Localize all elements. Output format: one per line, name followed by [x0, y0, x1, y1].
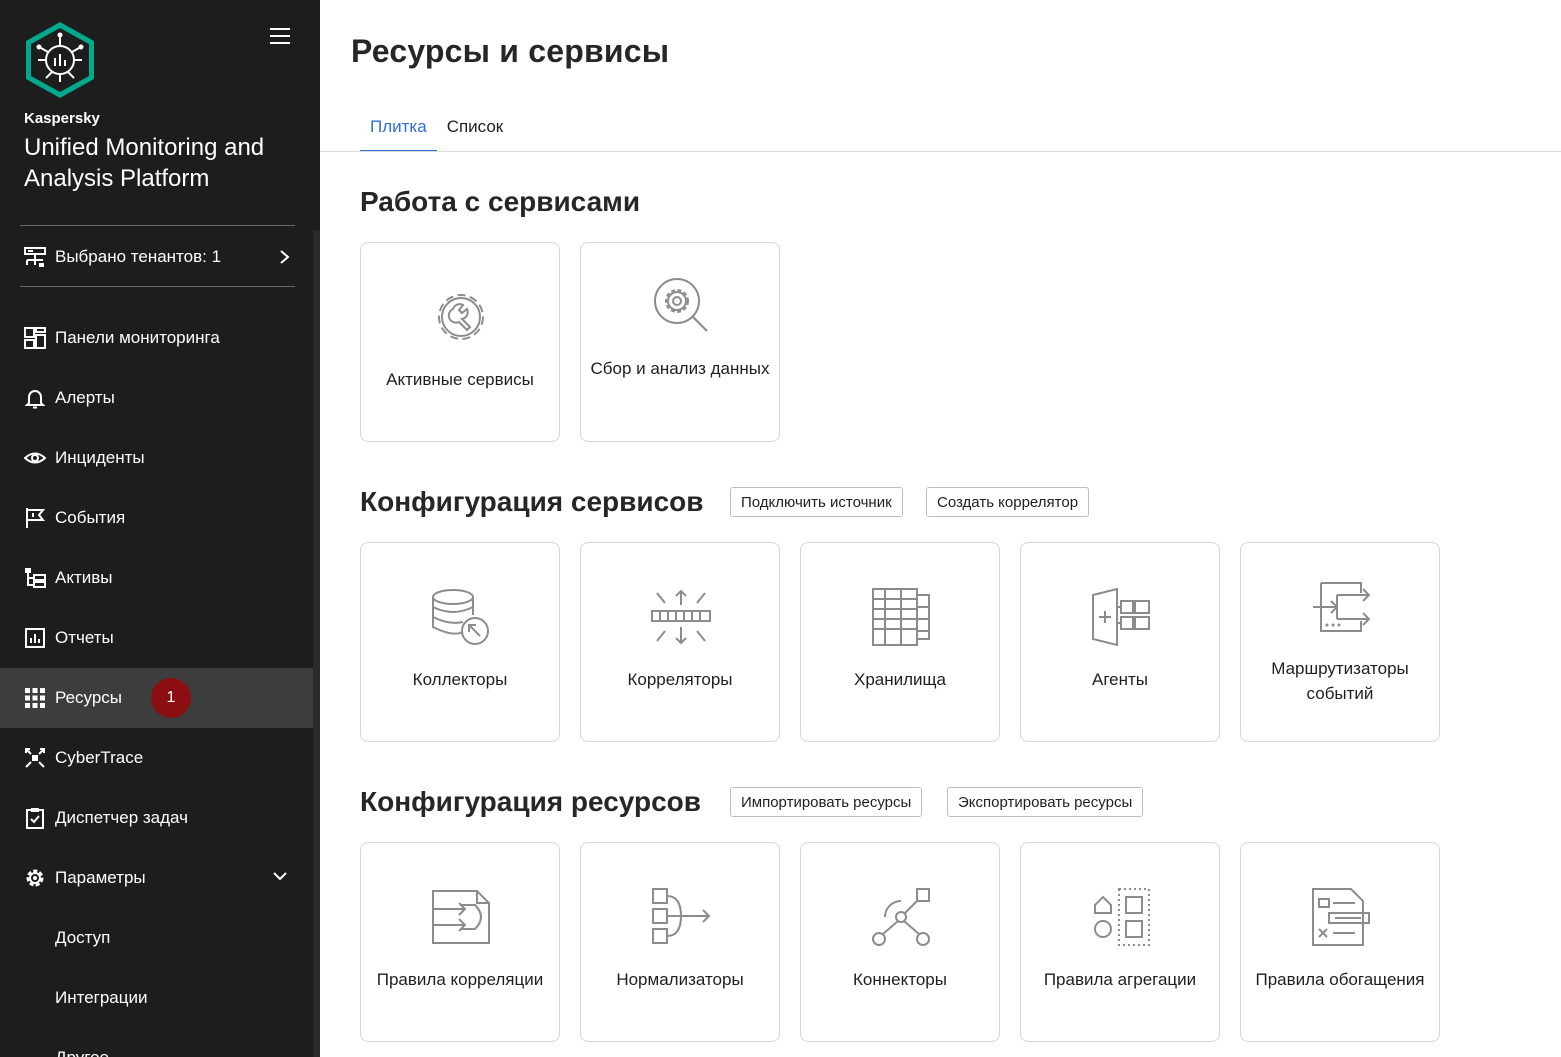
- connect-source-button[interactable]: Подключить источник: [730, 487, 903, 517]
- flag-icon: [24, 507, 46, 529]
- tile-label: Активные сервисы: [386, 370, 534, 389]
- bell-icon: [24, 387, 46, 409]
- view-tabs: Плитка Список: [360, 107, 513, 152]
- cybertrace-icon: [24, 747, 46, 769]
- database-icon: [432, 589, 489, 645]
- tab-list[interactable]: Список: [437, 107, 514, 152]
- aggregation-rules-icon: [1094, 888, 1150, 946]
- chevron-right-icon: [280, 250, 290, 264]
- nav-item-label: Параметры: [55, 868, 146, 887]
- tenant-selector[interactable]: Выбрано тенантов: 1: [0, 237, 320, 277]
- tile-label: Коннекторы: [853, 970, 947, 989]
- sidebar: Kaspersky Unified Monitoring and Analysi…: [0, 0, 320, 1057]
- tile-normalizers[interactable]: Нормализаторы: [580, 842, 780, 1042]
- nav-item-label: Алерты: [55, 388, 115, 407]
- sidebar-scrollbar[interactable]: [313, 230, 320, 1057]
- create-correlator-button[interactable]: Создать коррелятор: [926, 487, 1090, 517]
- tile-aggregation-rules[interactable]: Правила агрегации: [1020, 842, 1220, 1042]
- tenants-icon: [24, 246, 46, 268]
- nav-item-alerts[interactable]: Алерты: [0, 368, 320, 428]
- gear-icon: [24, 867, 46, 889]
- tile-label: Правила агрегации: [1043, 970, 1197, 989]
- tile-label: Нормализаторы: [616, 970, 744, 989]
- nav-item-label: Ресурсы: [55, 688, 123, 707]
- connector-icon: [872, 888, 930, 946]
- nav-item-cybertrace[interactable]: CyberTrace: [0, 728, 320, 788]
- nav-item-label: Отчеты: [55, 628, 114, 647]
- nav-item-label: События: [55, 508, 126, 527]
- tile-event-routers[interactable]: Маршрутизаторы событий: [1240, 542, 1440, 742]
- nav-item-label: Диспетчер задач: [55, 808, 188, 827]
- nav-item-dashboards[interactable]: Панели мониторинга: [0, 308, 320, 368]
- tile-label: Правила корреляции: [376, 970, 544, 989]
- brand-vendor: Kaspersky: [24, 110, 100, 127]
- nav-item-task-manager[interactable]: Диспетчер задач: [0, 788, 320, 848]
- tenants-label: Выбрано тенантов: 1: [55, 247, 222, 266]
- nav-item-access[interactable]: Доступ: [0, 908, 320, 968]
- tile-correlators[interactable]: Корреляторы: [580, 542, 780, 742]
- nav-item-label: Доступ: [55, 928, 111, 947]
- import-resources-button[interactable]: Импортировать ресурсы: [730, 787, 923, 817]
- correlation-rules-icon: [432, 890, 490, 944]
- sidebar-divider: [20, 286, 295, 287]
- tree-icon: [24, 567, 46, 589]
- nav-item-label: Панели мониторинга: [55, 328, 220, 347]
- tile-correlation-rules[interactable]: Правила корреляции: [360, 842, 560, 1042]
- tile-storages[interactable]: Хранилища: [800, 542, 1000, 742]
- nav-item-reports[interactable]: Отчеты: [0, 608, 320, 668]
- main-content: Ресурсы и сервисы Плитка Список Работа с…: [320, 0, 1561, 1057]
- tile-label: Правила обогащения: [1255, 970, 1425, 989]
- kaspersky-logo: [26, 22, 94, 98]
- tile-data-collection-analysis[interactable]: Сбор и анализ данных: [580, 242, 780, 442]
- enrichment-rules-icon: [1312, 888, 1370, 946]
- export-resources-button[interactable]: Экспортировать ресурсы: [947, 787, 1144, 817]
- normalizer-icon: [652, 888, 711, 944]
- nav-item-settings[interactable]: Параметры: [0, 848, 320, 908]
- agent-icon: [1092, 587, 1150, 647]
- page-title: Ресурсы и сервисы: [351, 33, 670, 69]
- router-icon: [1313, 582, 1371, 632]
- nav-item-integrations[interactable]: Интеграции: [0, 968, 320, 1028]
- section-title-resource-config: Конфигурация ресурсов: [360, 786, 701, 817]
- tile-connectors[interactable]: Коннекторы: [800, 842, 1000, 1042]
- tile-label: Агенты: [1091, 670, 1148, 689]
- tab-tiles[interactable]: Плитка: [360, 107, 437, 152]
- menu-toggle-button[interactable]: [270, 28, 290, 48]
- correlator-icon: [651, 589, 711, 645]
- nav-item-label: CyberTrace: [55, 748, 144, 767]
- section-title-services: Работа с сервисами: [360, 186, 641, 217]
- nav-item-other[interactable]: Другое: [0, 1028, 320, 1057]
- nav-item-assets[interactable]: Активы: [0, 548, 320, 608]
- wrench-gear-icon: [438, 294, 484, 340]
- chevron-down-icon: [273, 872, 287, 881]
- nav-item-label: Другое: [55, 1048, 109, 1057]
- nav-item-incidents[interactable]: Инциденты: [0, 428, 320, 488]
- storage-icon: [872, 588, 930, 646]
- tile-label: Сбор и анализ данных: [590, 359, 770, 378]
- report-icon: [24, 627, 46, 649]
- nav-item-label: Интеграции: [55, 988, 148, 1007]
- tile-enrichment-rules[interactable]: Правила обогащения: [1240, 842, 1440, 1042]
- tile-label: Коллекторы: [412, 670, 508, 689]
- brand-product-name: Unified Monitoring and Analysis Platform: [24, 134, 265, 192]
- nav-item-events[interactable]: События: [0, 488, 320, 548]
- tile-collectors[interactable]: Коллекторы: [360, 542, 560, 742]
- clipboard-icon: [24, 807, 46, 829]
- magnifier-gear-icon: [654, 278, 708, 332]
- callout-badge-1: 1: [151, 678, 191, 718]
- nav-item-label: Инциденты: [55, 448, 145, 467]
- tile-label: Хранилища: [854, 670, 946, 689]
- tile-active-services[interactable]: Активные сервисы: [360, 242, 560, 442]
- tile-label: Корреляторы: [627, 670, 733, 689]
- tabs-divider: [320, 151, 1561, 152]
- dashboard-icon: [24, 327, 46, 349]
- section-title-service-config: Конфигурация сервисов: [360, 486, 704, 517]
- nav-item-label: Активы: [55, 568, 113, 587]
- tile-label: Маршрутизаторы событий: [1271, 659, 1409, 703]
- tile-agents[interactable]: Агенты: [1020, 542, 1220, 742]
- eye-icon: [24, 447, 46, 469]
- grid-icon: [24, 687, 46, 709]
- sidebar-divider: [20, 225, 295, 226]
